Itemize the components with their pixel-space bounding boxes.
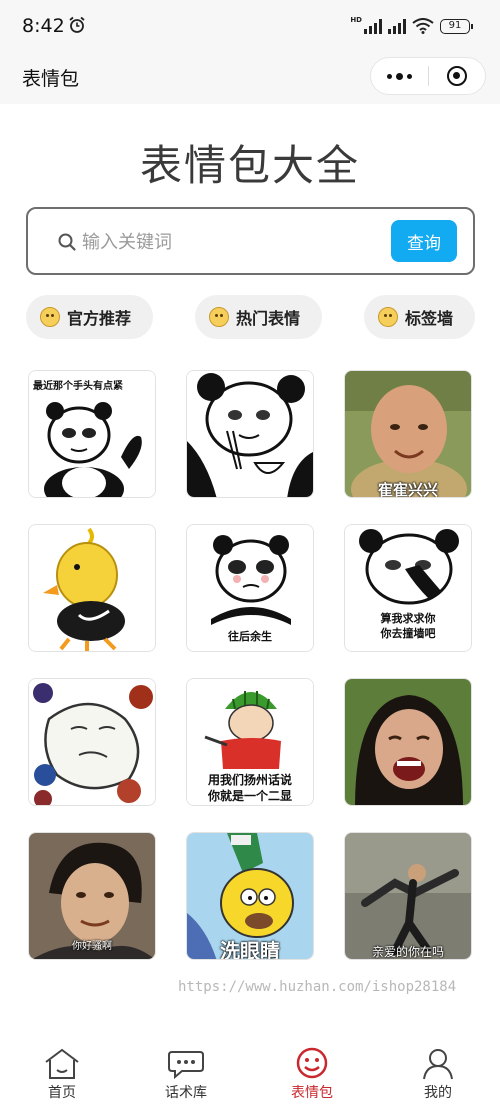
more-menu-button[interactable] <box>371 58 428 94</box>
status-time: 8:42 <box>22 15 65 37</box>
meme-tile[interactable]: 往后余生 <box>186 524 314 652</box>
meme-caption: 洗眼睛 <box>220 939 280 960</box>
search-box: 查询 <box>26 207 475 275</box>
meme-tile[interactable]: 用我们扬州话说 你就是一个二显 <box>186 678 314 806</box>
signal-2-icon <box>388 18 406 34</box>
meme-tile[interactable] <box>344 678 472 806</box>
running-man-meme-image <box>345 833 471 959</box>
tab-scripts[interactable]: 话术库 <box>146 1046 226 1102</box>
yellow-duck-meme-image <box>29 525 155 651</box>
panda-chopsticks-meme-image <box>187 371 313 497</box>
meme-caption: 你好骚啊 <box>72 941 112 952</box>
tab-profile[interactable]: 我的 <box>398 1046 478 1102</box>
tab-bar: 首页 话术库 表情包 我的 <box>0 1038 500 1111</box>
battery-indicator: 91 <box>440 18 473 34</box>
category-label: 标签墙 <box>405 309 454 328</box>
meme-tile[interactable]: 洗眼睛 <box>186 832 314 960</box>
user-icon <box>423 1049 453 1080</box>
meme-tile[interactable]: 最近那个手头有点紧 <box>28 370 156 498</box>
status-icons: HD 91 <box>350 16 473 36</box>
home-icon <box>45 1048 79 1079</box>
nav-title: 表情包 <box>22 68 80 90</box>
watermark-text: https://www.huzhan.com/ishop28184 <box>178 979 457 995</box>
emoji-grin-icon <box>209 307 229 327</box>
emoji-smile-icon <box>40 307 60 327</box>
page-title: 表情包大全 <box>139 141 360 190</box>
meme-tile[interactable]: 寉寉兴兴 <box>344 370 472 498</box>
meme-caption: 亲爱的你在吗 <box>371 945 444 959</box>
smiley-icon <box>296 1047 328 1079</box>
tab-label: 话术库 <box>165 1085 207 1101</box>
alarm-icon <box>69 16 85 33</box>
meme-tile[interactable]: 亲爱的你在吗 <box>344 832 472 960</box>
tab-home[interactable]: 首页 <box>22 1046 102 1102</box>
wifi-icon <box>412 18 434 34</box>
meme-caption: 最近那个手头有点紧 <box>33 381 123 392</box>
meme-tile[interactable]: 算我求求你 你去撞墙吧 <box>344 524 472 652</box>
tab-label: 首页 <box>48 1085 76 1101</box>
target-icon <box>446 66 467 86</box>
tab-label: 表情包 <box>291 1085 333 1101</box>
search-button[interactable]: 查询 <box>391 220 457 262</box>
laughing-woman-meme-image <box>345 679 471 805</box>
meme-tile[interactable]: 你好骚啊 <box>28 832 156 960</box>
sketch-face-meme-image <box>29 679 155 805</box>
emoji-tag-icon <box>378 307 398 327</box>
meme-caption-line1: 用我们扬州话说 <box>207 773 292 787</box>
nav-bar: 表情包 <box>0 54 500 104</box>
category-label: 官方推荐 <box>67 309 132 328</box>
category-label: 热门表情 <box>236 309 301 328</box>
signal-icon <box>364 18 382 34</box>
mini-program-capsule <box>370 57 486 95</box>
meme-tile[interactable] <box>28 678 156 806</box>
search-icon <box>58 233 76 251</box>
close-mini-program-button[interactable] <box>429 58 485 94</box>
category-official-recommend[interactable]: 官方推荐 <box>26 295 153 339</box>
category-tag-wall[interactable]: 标签墙 <box>364 295 475 339</box>
meme-tile[interactable] <box>186 370 314 498</box>
chat-bubble-icon <box>168 1051 204 1080</box>
network-label: HD <box>350 16 362 24</box>
meme-caption-line2: 你就是一个二显 <box>207 789 292 803</box>
meme-caption: 寉寉兴兴 <box>377 481 438 498</box>
meme-caption-line1: 算我求求你 <box>380 612 436 625</box>
tab-memes[interactable]: 表情包 <box>272 1046 352 1102</box>
meme-tile[interactable] <box>28 524 156 652</box>
status-bar: 8:42 HD 91 <box>0 0 500 54</box>
meme-caption-line2: 你去撞墙吧 <box>380 627 436 640</box>
meme-caption: 往后余生 <box>228 630 272 643</box>
category-hot-memes[interactable]: 热门表情 <box>195 295 322 339</box>
tab-label: 我的 <box>424 1085 452 1101</box>
search-input[interactable] <box>82 227 382 257</box>
